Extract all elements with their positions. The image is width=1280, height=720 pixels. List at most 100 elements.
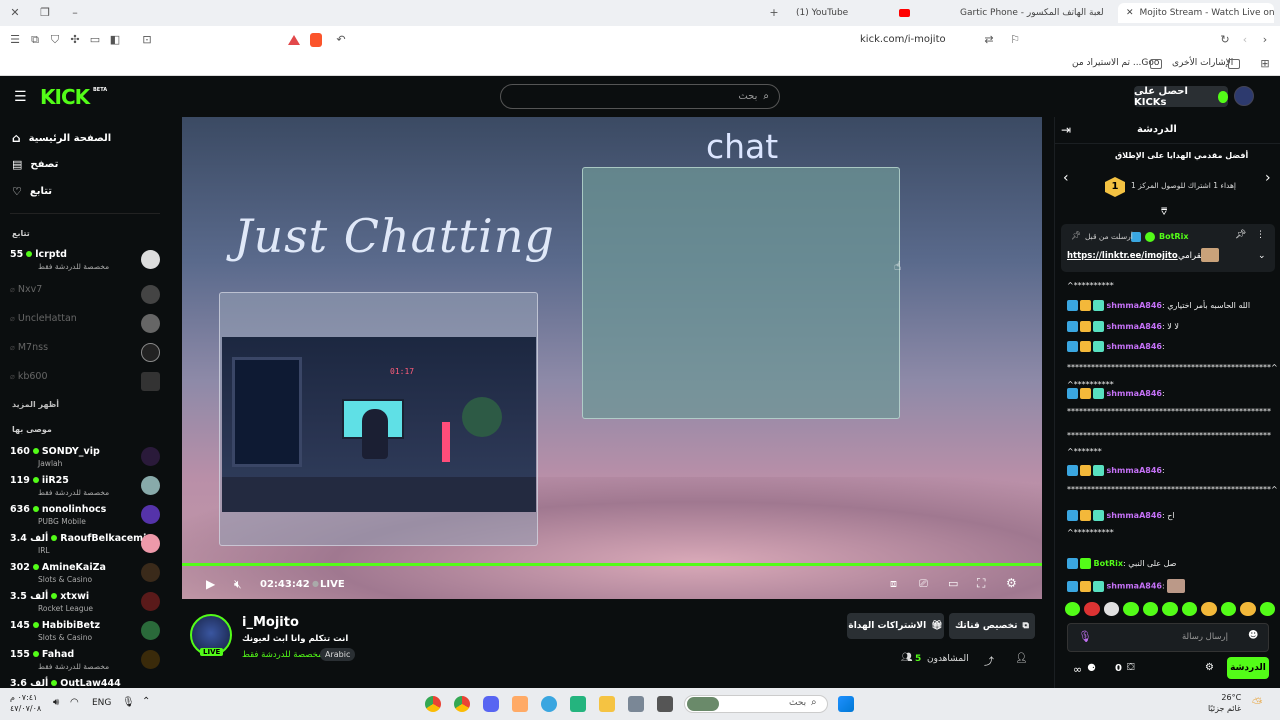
store-icon[interactable] xyxy=(628,696,644,712)
chat-username[interactable]: shmmaA846 xyxy=(1107,511,1162,520)
pinned-link[interactable]: https://linktr.ee/imojito xyxy=(1067,251,1178,261)
chat-username[interactable]: shmmaA846 xyxy=(1107,301,1162,310)
recommended-channel[interactable]: 119 iiR25 مخصصة للدردشة فقط xyxy=(10,473,160,501)
chrome-icon[interactable] xyxy=(454,696,470,712)
windows-start-icon[interactable] xyxy=(838,696,854,712)
url-text[interactable]: kick.com/i-mojito xyxy=(860,34,946,45)
mute-icon[interactable]: 🔇︎ xyxy=(234,577,242,592)
following-channel[interactable]: ⌀ kb600 xyxy=(10,369,160,397)
pin-icon[interactable]: 📌︎ xyxy=(1235,230,1246,240)
bookmark-folder-imported[interactable]: تم الاستيراد من ...Goo xyxy=(1072,58,1159,68)
chat-username[interactable]: BotRix xyxy=(1094,559,1123,568)
emote-option[interactable] xyxy=(1162,602,1178,616)
task-view-icon[interactable] xyxy=(657,696,673,712)
channel-points-icon[interactable]: ⛋ xyxy=(1127,662,1135,673)
chat-input[interactable]: 🎙︎ إرسال رسالة ☻ xyxy=(1067,623,1269,652)
brave-shield-icon[interactable] xyxy=(310,33,322,47)
play-icon[interactable]: ▶ xyxy=(206,577,215,591)
emote-option[interactable] xyxy=(1065,602,1081,616)
recommended-channel[interactable]: 636 nonolinhocs PUBG Mobile xyxy=(10,502,160,530)
recommended-channel[interactable]: 3.4 ألف RaoufBelkacemi IRL xyxy=(10,531,160,559)
chat-settings-icon[interactable]: ⚙ xyxy=(1205,662,1214,673)
chat-username[interactable]: shmmaA846 xyxy=(1107,389,1162,398)
emote-option[interactable] xyxy=(1084,602,1100,616)
more-options-icon[interactable]: ⋮ xyxy=(1256,230,1265,240)
language-tag[interactable]: Arabic xyxy=(320,648,356,661)
live-label[interactable]: LIVE xyxy=(320,579,345,590)
share-icon[interactable]: ⤴ xyxy=(984,653,994,668)
emote-points-icon[interactable]: ⚈ xyxy=(1087,663,1096,674)
chat-username[interactable]: shmmaA846 xyxy=(1107,582,1162,591)
app-icon[interactable] xyxy=(570,696,586,712)
bookmark-icon[interactable]: ⚐ xyxy=(1008,33,1022,47)
collapse-chat-icon[interactable]: ⇥ xyxy=(1061,123,1071,137)
back-icon[interactable]: › xyxy=(1258,33,1272,47)
mic-tray-icon[interactable]: 🎙︎ xyxy=(122,697,135,708)
forward-icon[interactable]: ‹ xyxy=(1238,33,1252,47)
following-channel[interactable]: ⌀ UncleHattan xyxy=(10,311,160,339)
weather[interactable]: 26°C غائم جزئيًا xyxy=(1208,692,1241,714)
stream-category[interactable]: مخصصة للدردشة فقط xyxy=(242,650,323,660)
close-window-icon[interactable]: ✕ xyxy=(8,6,22,20)
customize-channel-button[interactable]: تخصيص قناتك ⧉ xyxy=(949,613,1035,639)
apps-grid-icon[interactable]: ⊞ xyxy=(1258,57,1272,71)
tab-gartic[interactable]: Gartic Phone - لعبة الهاتف المكسور xyxy=(952,3,1112,23)
emote-option[interactable] xyxy=(1181,602,1198,616)
chevron-left-icon[interactable]: ‹ xyxy=(1063,170,1069,186)
minimize-window-icon[interactable]: – xyxy=(68,6,82,20)
following-channel[interactable]: ⌀ M7nss xyxy=(10,340,160,368)
puzzle-icon[interactable]: ✣ xyxy=(68,33,82,47)
language-indicator[interactable]: ENG xyxy=(92,698,111,708)
show-more-link[interactable]: أظهر المزيد xyxy=(12,400,59,409)
bookmark-folder-other[interactable]: الإشارات الأخرى xyxy=(1172,58,1233,68)
site-settings-icon[interactable]: ⇄ xyxy=(982,33,996,47)
chevron-down-icon[interactable]: ⌄ xyxy=(1258,251,1266,261)
reload-icon[interactable]: ↻ xyxy=(1218,33,1232,47)
streamer-name[interactable]: i_Mojito xyxy=(242,615,299,630)
video-player[interactable]: Just Chatting chat 01:17 ☝ xyxy=(182,117,1042,599)
new-tab-icon[interactable]: + xyxy=(767,6,781,20)
brave-rewards-icon[interactable] xyxy=(288,35,300,45)
extension-icon[interactable]: ⧉ xyxy=(28,33,42,47)
reload-share-icon[interactable]: ↶ xyxy=(334,33,348,47)
clock[interactable]: ٠٧:٤١ م ٤٧/٠٧/٠٨ xyxy=(10,692,41,714)
recommended-channel[interactable]: 3.6 ألف OutLaw444 xyxy=(10,676,160,688)
chevron-up-icon[interactable]: ⌃ xyxy=(142,696,150,707)
nav-following[interactable]: ♡ تتابع xyxy=(12,185,52,198)
emote-option[interactable] xyxy=(1240,602,1256,616)
chevron-right-icon[interactable]: › xyxy=(1265,170,1271,186)
tab-kick-active[interactable]: ✕ Mojito Stream - Watch Live on xyxy=(1118,3,1274,23)
pip-icon[interactable]: ⧈ xyxy=(890,577,897,591)
nav-browse[interactable]: ▤ تصفح xyxy=(12,158,58,171)
app-icon[interactable] xyxy=(541,696,557,712)
restore-window-icon[interactable]: ❐ xyxy=(38,6,52,20)
sidebar-toggle-icon[interactable]: ◧ xyxy=(108,33,122,47)
nav-home[interactable]: ⌂ الصفحة الرئيسية xyxy=(12,131,111,145)
send-chat-button[interactable]: الدردشة xyxy=(1227,657,1269,679)
kicks-chat-icon[interactable]: ∞ xyxy=(1073,663,1082,676)
user-avatar[interactable] xyxy=(1234,86,1254,106)
following-channel[interactable]: ⌀ Nxv7 xyxy=(10,282,160,310)
discord-icon[interactable] xyxy=(483,696,499,712)
follow-user-icon[interactable]: 👤︎ xyxy=(1015,653,1028,664)
screenshot-icon[interactable]: ⊡ xyxy=(140,33,154,47)
recommended-channel[interactable]: 155 Fahad مخصصة للدردشة فقط xyxy=(10,647,160,675)
wifi-icon[interactable]: ◠ xyxy=(70,697,79,708)
recommended-channel[interactable]: 302 AmineKaiZa Slots & Casino xyxy=(10,560,160,588)
taskbar-search[interactable]: بحث ⌕ xyxy=(684,695,828,713)
menu-icon[interactable]: ☰ xyxy=(8,33,22,47)
following-channel[interactable]: 55 lcrptd مخصصة للدردشة فقط xyxy=(10,247,160,275)
fullscreen-icon[interactable]: ⛶ xyxy=(977,576,985,591)
shield-icon[interactable]: ⛉ xyxy=(48,33,62,47)
file-explorer-icon[interactable] xyxy=(599,696,615,712)
emote-option[interactable] xyxy=(1103,602,1120,616)
chat-username[interactable]: shmmaA846 xyxy=(1107,466,1162,475)
emote-option[interactable] xyxy=(1201,602,1217,616)
kick-logo[interactable]: KICK xyxy=(40,85,90,109)
search-bar[interactable]: بحث ⌕ xyxy=(500,84,780,109)
wallet-icon[interactable]: ▭ xyxy=(88,33,102,47)
settings-gear-icon[interactable]: ⚙ xyxy=(1006,576,1017,590)
clip-icon[interactable]: ⎚ xyxy=(919,577,928,591)
emote-option[interactable] xyxy=(1142,602,1159,616)
gift-subs-button[interactable]: الاشتراكات الهداة 🎁︎ xyxy=(847,613,944,639)
